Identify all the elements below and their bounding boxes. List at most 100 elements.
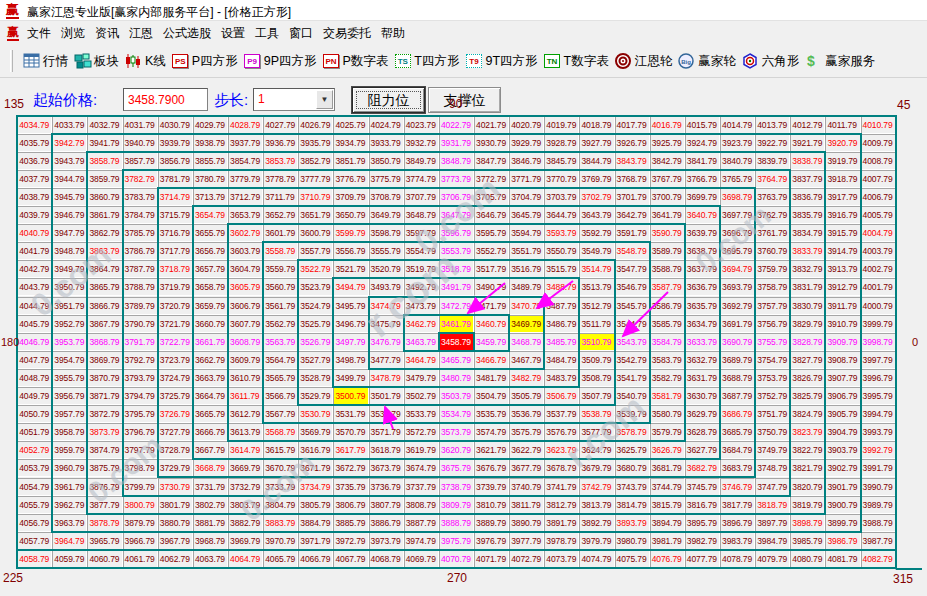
price-cell[interactable]: 3799.79 xyxy=(123,478,158,496)
price-cell[interactable]: 3889.79 xyxy=(474,514,509,532)
price-cell[interactable]: 4033.79 xyxy=(52,116,87,134)
price-cell[interactable]: 3919.79 xyxy=(825,152,860,170)
price-cell[interactable]: 3689.79 xyxy=(720,351,755,369)
price-cell[interactable]: 3529.79 xyxy=(298,387,333,405)
price-cell[interactable]: 3928.79 xyxy=(544,134,579,152)
price-cell[interactable]: 3667.79 xyxy=(193,441,228,459)
price-cell[interactable]: 3654.79 xyxy=(193,206,228,224)
price-cell[interactable]: 3894.79 xyxy=(650,514,685,532)
toolbar-item-6[interactable]: PNP数字表 xyxy=(319,53,391,70)
price-cell[interactable]: 3933.79 xyxy=(369,134,404,152)
price-cell[interactable]: 3640.79 xyxy=(685,206,720,224)
price-cell[interactable]: 3630.79 xyxy=(685,387,720,405)
price-cell[interactable]: 3940.79 xyxy=(123,134,158,152)
price-cell[interactable]: 3623.79 xyxy=(544,441,579,459)
price-cell[interactable]: 3543.79 xyxy=(615,333,650,351)
price-cell[interactable]: 3895.79 xyxy=(685,514,720,532)
price-cell[interactable]: 3555.79 xyxy=(369,242,404,260)
price-cell[interactable]: 3711.79 xyxy=(263,188,298,206)
price-cell[interactable]: 3725.79 xyxy=(158,387,193,405)
price-cell[interactable]: 3670.79 xyxy=(263,459,298,477)
price-cell[interactable]: 3886.79 xyxy=(369,514,404,532)
price-cell[interactable]: 3600.79 xyxy=(298,224,333,242)
price-cell[interactable]: 3941.79 xyxy=(87,134,122,152)
price-cell[interactable]: 3634.79 xyxy=(685,315,720,333)
price-cell[interactable]: 3512.79 xyxy=(579,297,614,315)
price-cell[interactable]: 4072.79 xyxy=(509,550,544,568)
price-cell[interactable]: 3968.79 xyxy=(193,532,228,550)
toolbar-item-12[interactable]: 六角形 xyxy=(739,53,803,70)
price-cell[interactable]: 3683.79 xyxy=(720,459,755,477)
price-cell[interactable]: 3914.79 xyxy=(825,242,860,260)
price-cell[interactable]: 4014.79 xyxy=(720,116,755,134)
price-cell[interactable]: 3952.79 xyxy=(52,315,87,333)
price-cell[interactable]: 3845.79 xyxy=(544,152,579,170)
price-cell[interactable]: 4063.79 xyxy=(193,550,228,568)
price-cell[interactable]: 3929.79 xyxy=(509,134,544,152)
menu-item-8[interactable]: 窗口 xyxy=(284,25,318,42)
price-cell[interactable]: 3625.79 xyxy=(615,441,650,459)
price-cell[interactable]: 3731.79 xyxy=(193,478,228,496)
price-cell[interactable]: 4065.79 xyxy=(263,550,298,568)
price-cell[interactable]: 3523.79 xyxy=(298,278,333,296)
price-cell[interactable]: 3613.79 xyxy=(228,423,263,441)
toolbar-item-4[interactable]: PSP四方形 xyxy=(169,53,241,70)
price-cell[interactable]: 4062.79 xyxy=(158,550,193,568)
price-cell[interactable]: 3676.79 xyxy=(474,459,509,477)
price-cell[interactable]: 3666.79 xyxy=(193,423,228,441)
price-cell[interactable]: 3764.79 xyxy=(755,170,790,188)
price-cell[interactable]: 3744.79 xyxy=(650,478,685,496)
price-cell[interactable]: 3963.79 xyxy=(52,514,87,532)
price-cell[interactable]: 3464.79 xyxy=(404,351,439,369)
price-cell[interactable]: 3887.79 xyxy=(404,514,439,532)
price-cell[interactable]: 3487.79 xyxy=(544,297,579,315)
price-cell[interactable]: 3809.79 xyxy=(439,496,474,514)
toolbar-item-11[interactable]: Big赢家轮 xyxy=(675,53,739,70)
price-cell[interactable]: 3871.79 xyxy=(87,387,122,405)
price-cell[interactable]: 3517.79 xyxy=(474,260,509,278)
price-cell[interactable]: 3611.79 xyxy=(228,387,263,405)
price-cell[interactable]: 3495.79 xyxy=(333,297,368,315)
price-cell[interactable]: 3783.79 xyxy=(123,188,158,206)
price-cell[interactable]: 3620.79 xyxy=(439,441,474,459)
price-cell[interactable]: 3891.79 xyxy=(544,514,579,532)
price-cell[interactable]: 3547.79 xyxy=(615,260,650,278)
price-cell[interactable]: 3997.79 xyxy=(861,351,896,369)
price-cell[interactable]: 3502.79 xyxy=(404,387,439,405)
price-cell[interactable]: 3792.79 xyxy=(123,351,158,369)
price-cell[interactable]: 3892.79 xyxy=(579,514,614,532)
price-cell[interactable]: 3712.79 xyxy=(228,188,263,206)
price-cell[interactable]: 3521.79 xyxy=(333,260,368,278)
price-cell[interactable]: 4041.79 xyxy=(17,242,52,260)
price-cell[interactable]: 3966.79 xyxy=(123,532,158,550)
price-cell[interactable]: 3618.79 xyxy=(369,441,404,459)
price-cell[interactable]: 3595.79 xyxy=(474,224,509,242)
price-cell[interactable]: 3796.79 xyxy=(123,423,158,441)
price-cell[interactable]: 3906.79 xyxy=(825,387,860,405)
price-cell[interactable]: 3994.79 xyxy=(861,405,896,423)
price-cell[interactable]: 3860.79 xyxy=(87,188,122,206)
price-cell[interactable]: 3519.79 xyxy=(404,260,439,278)
price-cell[interactable]: 3589.79 xyxy=(650,242,685,260)
price-cell[interactable]: 3559.79 xyxy=(263,260,298,278)
price-cell[interactable]: 3832.79 xyxy=(790,260,825,278)
price-cell[interactable]: 3629.79 xyxy=(685,405,720,423)
price-cell[interactable]: 4049.79 xyxy=(17,387,52,405)
price-cell[interactable]: 3900.79 xyxy=(825,496,860,514)
price-cell[interactable]: 3761.79 xyxy=(755,224,790,242)
price-cell[interactable]: 3459.79 xyxy=(474,333,509,351)
price-cell[interactable]: 3687.79 xyxy=(720,387,755,405)
price-cell[interactable]: 3915.79 xyxy=(825,224,860,242)
price-cell[interactable]: 3599.79 xyxy=(333,224,368,242)
price-cell[interactable]: 3518.79 xyxy=(439,260,474,278)
price-cell[interactable]: 4077.79 xyxy=(685,550,720,568)
price-cell[interactable]: 3713.79 xyxy=(193,188,228,206)
price-cell[interactable]: 3924.79 xyxy=(685,134,720,152)
price-cell[interactable]: 3754.79 xyxy=(755,351,790,369)
price-cell[interactable]: 3509.79 xyxy=(579,351,614,369)
price-cell[interactable]: 3987.79 xyxy=(861,532,896,550)
price-cell[interactable]: 3702.79 xyxy=(579,188,614,206)
price-cell[interactable]: 3855.79 xyxy=(193,152,228,170)
price-cell[interactable]: 3879.79 xyxy=(123,514,158,532)
price-cell[interactable]: 3959.79 xyxy=(52,441,87,459)
